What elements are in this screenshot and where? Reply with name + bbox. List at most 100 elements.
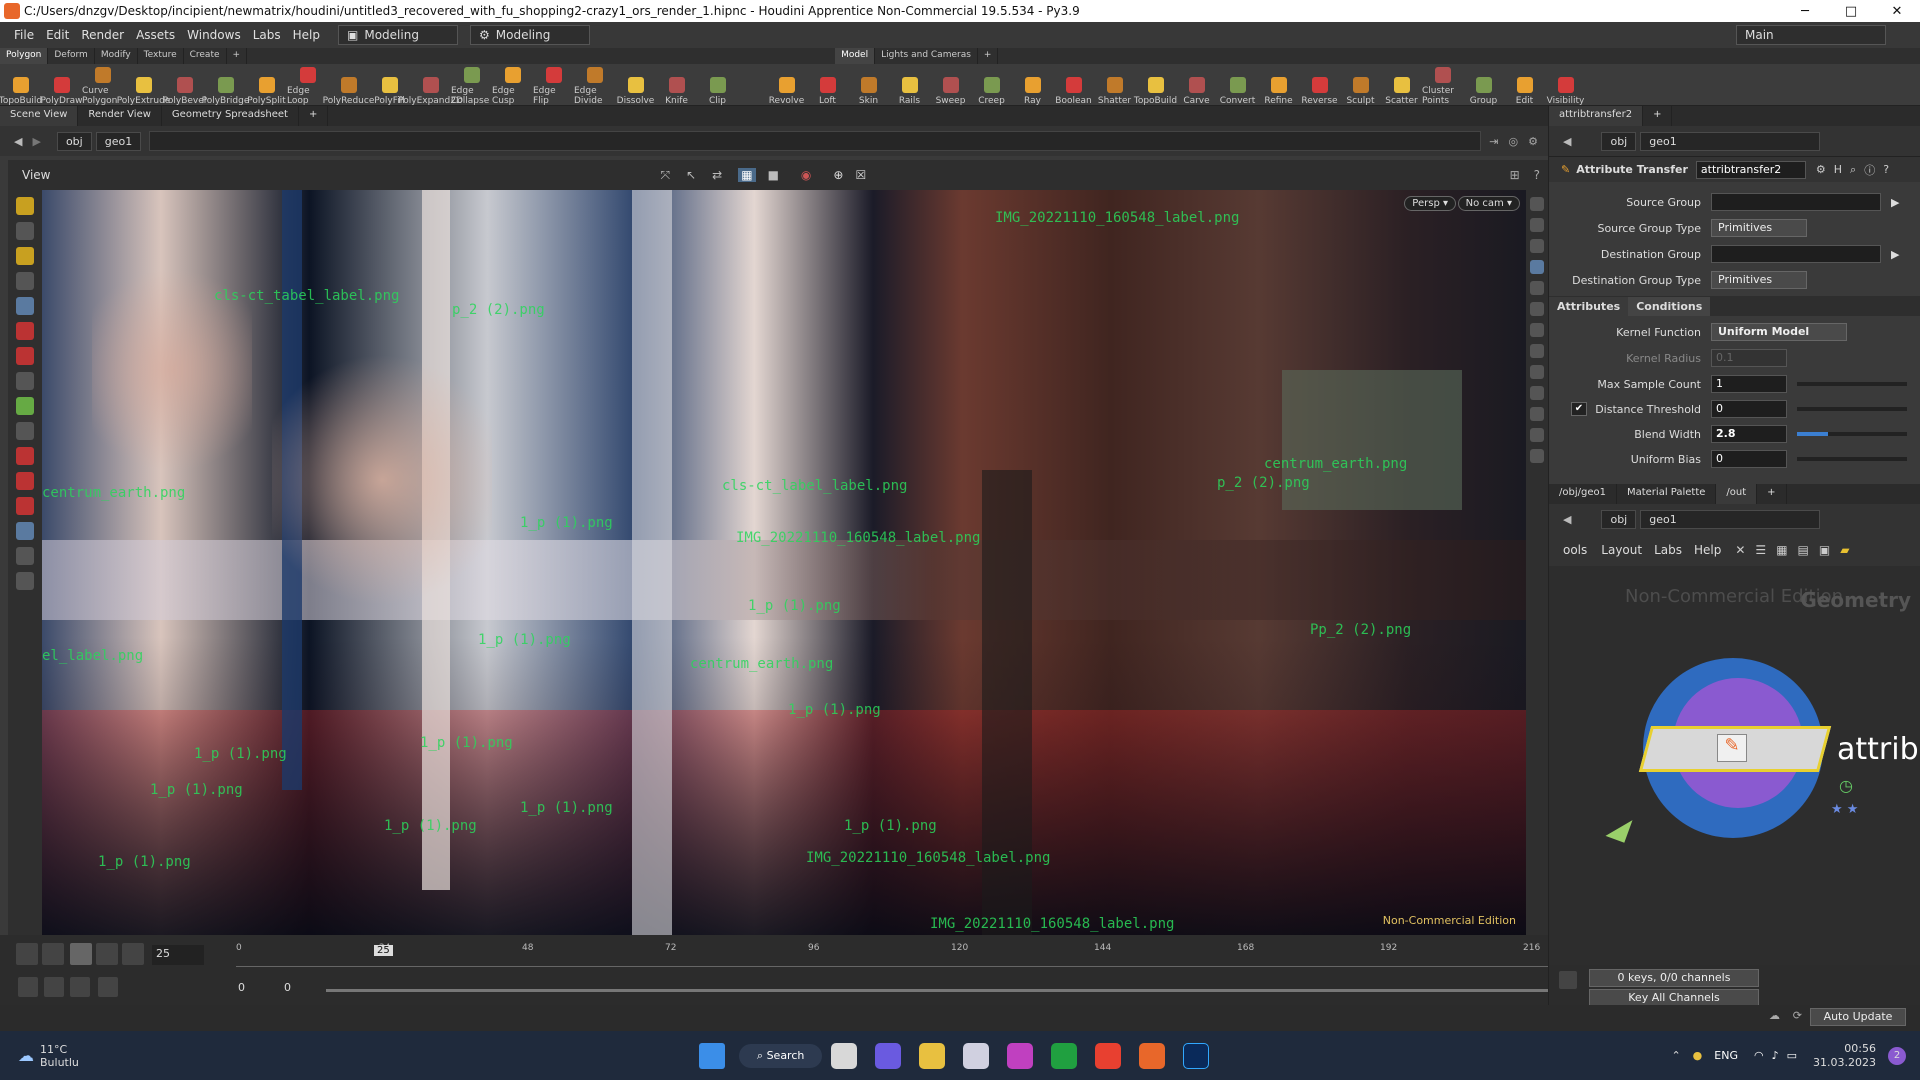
shelf-tool-sweep[interactable]: Sweep bbox=[930, 77, 971, 106]
shelf-tool-visibility[interactable]: Visibility bbox=[1545, 77, 1586, 106]
info-icon[interactable] bbox=[1530, 449, 1544, 463]
view-tool-icon[interactable] bbox=[16, 222, 34, 240]
store-icon[interactable] bbox=[963, 1042, 990, 1069]
node-name-label[interactable]: attrib bbox=[1837, 732, 1919, 767]
distance-threshold-field[interactable]: 0 bbox=[1711, 400, 1787, 418]
photoshop-icon[interactable] bbox=[1183, 1042, 1210, 1069]
houdini-taskbar-icon[interactable] bbox=[1139, 1042, 1166, 1069]
shelf-tool-polybridge[interactable]: PolyBridge bbox=[202, 77, 249, 106]
help-icon[interactable]: ? bbox=[1534, 168, 1540, 182]
keys-info[interactable]: 0 keys, 0/0 channels bbox=[1589, 969, 1759, 987]
shadow-icon[interactable] bbox=[1530, 302, 1544, 316]
edges-icon[interactable] bbox=[1530, 386, 1544, 400]
shelf-tool-scatter[interactable]: Scatter bbox=[1381, 77, 1422, 106]
shelf-tool-convert[interactable]: Convert bbox=[1217, 77, 1258, 106]
tab-obj-geo1[interactable]: /obj/geo1 bbox=[1549, 484, 1617, 504]
shelf-tool-topobuild[interactable]: TopoBuild bbox=[0, 77, 42, 106]
uniform-bias-field[interactable]: 0 bbox=[1711, 450, 1787, 468]
shelf-tab-model[interactable]: Model bbox=[835, 48, 876, 64]
lock-view-icon[interactable] bbox=[1530, 239, 1544, 253]
camera-menu-button[interactable]: No cam ▾ bbox=[1457, 196, 1520, 211]
minimize-button[interactable]: ─ bbox=[1782, 4, 1828, 19]
dest-group-type-dropdown[interactable]: Primitives bbox=[1711, 271, 1807, 289]
loop-toggle[interactable] bbox=[70, 977, 90, 997]
shelf-tab-texture[interactable]: Texture bbox=[138, 48, 184, 64]
tab-out[interactable]: /out bbox=[1716, 484, 1758, 504]
points-icon[interactable] bbox=[1530, 365, 1544, 379]
source-group-type-dropdown[interactable]: Primitives bbox=[1711, 219, 1807, 237]
main-desktop-selector[interactable]: Main bbox=[1736, 25, 1886, 45]
kernel-function-dropdown[interactable]: Uniform Model bbox=[1711, 323, 1847, 341]
notification-badge[interactable]: 2 bbox=[1888, 1046, 1906, 1065]
sticky-note-icon[interactable]: ▰ bbox=[1840, 543, 1849, 557]
shelf-tool-clip[interactable]: Clip bbox=[697, 77, 738, 106]
clock[interactable]: 00:56 31.03.2023 bbox=[1813, 1042, 1876, 1070]
shelf-tab-modify[interactable]: Modify bbox=[95, 48, 138, 64]
grid-view-icon[interactable]: ▦ bbox=[1776, 543, 1787, 557]
step-back-button[interactable] bbox=[42, 943, 64, 965]
menu-labs[interactable]: Labs bbox=[247, 28, 287, 42]
tray-app-icon[interactable]: ● bbox=[1693, 1049, 1703, 1062]
shelf-tool-edge-divide[interactable]: Edge Divide bbox=[574, 67, 615, 106]
source-group-field[interactable] bbox=[1711, 193, 1881, 211]
link-icon[interactable]: ◎ bbox=[1509, 135, 1519, 148]
gear-icon[interactable]: ⚙ bbox=[1816, 163, 1826, 176]
node-name-field[interactable]: attribtransfer2 bbox=[1695, 160, 1806, 179]
auto-update-dropdown[interactable]: Auto Update bbox=[1810, 1008, 1906, 1026]
jump-start-button[interactable] bbox=[16, 943, 38, 965]
close-button[interactable]: ✕ bbox=[1874, 4, 1920, 19]
shelf-tool-sculpt[interactable]: Sculpt bbox=[1340, 77, 1381, 106]
persp-menu-button[interactable]: Persp ▾ bbox=[1404, 196, 1456, 211]
drag-icon[interactable] bbox=[16, 372, 34, 390]
normals-icon[interactable] bbox=[1530, 344, 1544, 358]
network-editor[interactable]: Non-Commercial Edition Geometry ✎ attrib… bbox=[1549, 566, 1920, 965]
measure-icon[interactable] bbox=[16, 522, 34, 540]
scene-viewport[interactable]: IMG_20221110_160548_label.png cls-ct_tab… bbox=[42, 190, 1526, 935]
teams-icon[interactable] bbox=[875, 1042, 902, 1069]
pin-icon[interactable]: ⇥ bbox=[1489, 135, 1498, 148]
range-start[interactable]: 0 bbox=[238, 981, 245, 994]
wrench-icon[interactable]: ✕ bbox=[1735, 543, 1745, 557]
shelf-tab-add-right[interactable]: + bbox=[978, 48, 999, 64]
select-arrow-icon[interactable] bbox=[16, 272, 34, 290]
param-path-root[interactable]: obj bbox=[1601, 131, 1637, 151]
file-explorer-icon[interactable] bbox=[919, 1042, 946, 1069]
transform-icon[interactable] bbox=[16, 397, 34, 415]
ghost-icon[interactable] bbox=[1530, 260, 1544, 274]
network-path-node[interactable]: geo1 bbox=[1640, 509, 1821, 529]
realtime-toggle[interactable] bbox=[18, 977, 38, 997]
shading-icon[interactable]: ■ bbox=[768, 168, 779, 182]
shelf-tool-edge-collapse[interactable]: Edge Collapse bbox=[451, 67, 492, 106]
shelf-tool-polyextrude[interactable]: PolyExtrude bbox=[117, 77, 170, 106]
info-icon[interactable]: ⓘ bbox=[1864, 162, 1875, 178]
path-root[interactable]: obj bbox=[56, 131, 92, 151]
shelf-tool-loft[interactable]: Loft bbox=[807, 77, 848, 106]
menu-help[interactable]: Help bbox=[287, 28, 326, 42]
search-icon[interactable]: ⌕ bbox=[1850, 163, 1856, 177]
messenger-icon[interactable] bbox=[1007, 1042, 1034, 1069]
tab-material-palette[interactable]: Material Palette bbox=[1616, 484, 1717, 504]
menu-assets[interactable]: Assets bbox=[130, 28, 181, 42]
shelf-tool-polydraw[interactable]: PolyDraw bbox=[41, 77, 82, 106]
shelf-tool-polysplit[interactable]: PolySplit bbox=[246, 77, 287, 106]
shelf-tool-dissolve[interactable]: Dissolve bbox=[615, 77, 656, 106]
language-indicator[interactable]: ENG bbox=[1714, 1049, 1738, 1062]
rotate-icon[interactable] bbox=[16, 447, 34, 465]
frame-marker[interactable]: 25 bbox=[374, 945, 393, 956]
bulb-icon[interactable] bbox=[1530, 323, 1544, 337]
record-icon[interactable]: ◉ bbox=[801, 168, 811, 182]
tab-scene-view[interactable]: Scene View bbox=[0, 106, 79, 126]
volume-icon[interactable]: ♪ bbox=[1772, 1049, 1779, 1062]
camera-icon[interactable] bbox=[16, 547, 34, 565]
snap-magnet-icon[interactable] bbox=[16, 472, 34, 490]
shelf-tool-cluster-points[interactable]: Cluster Points bbox=[1422, 67, 1463, 106]
menu-render[interactable]: Render bbox=[75, 28, 130, 42]
shelf-tool-topobuild[interactable]: TopoBuild bbox=[1134, 77, 1177, 106]
network-path-root[interactable]: obj bbox=[1601, 509, 1637, 529]
brush-icon[interactable] bbox=[16, 347, 34, 365]
current-frame-field[interactable]: 25 bbox=[152, 945, 204, 965]
shelf-tool-revolve[interactable]: Revolve bbox=[766, 77, 807, 106]
tab-attributes[interactable]: Attributes bbox=[1549, 296, 1629, 316]
paint-tool-icon[interactable] bbox=[16, 247, 34, 265]
bounding-box-icon[interactable] bbox=[1530, 428, 1544, 442]
